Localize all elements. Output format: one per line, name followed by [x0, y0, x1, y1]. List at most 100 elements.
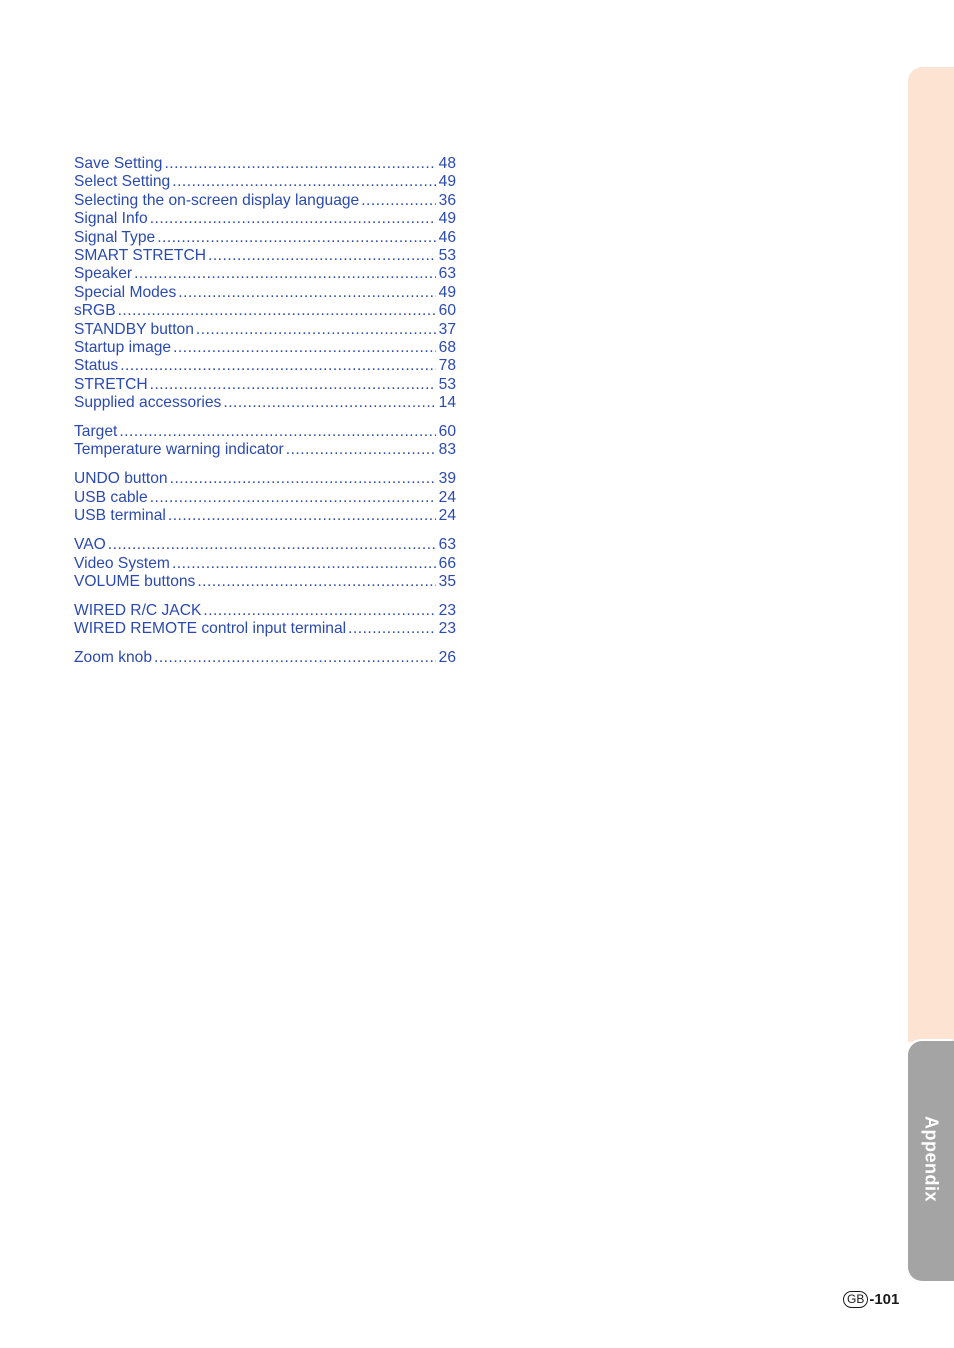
index-term: Speaker	[74, 265, 133, 283]
dot-leader	[197, 573, 435, 591]
dot-leader	[361, 192, 435, 210]
index-page-number: 53	[438, 375, 456, 393]
page-number: -101	[869, 1291, 900, 1308]
index-page-number: 60	[438, 423, 456, 441]
index-entry: VOLUME buttons 35	[74, 573, 456, 591]
index-entry: Select Setting 49	[74, 173, 456, 191]
index-entry: STRETCH 53	[74, 376, 456, 394]
index-page-number: 49	[438, 210, 456, 228]
dot-leader	[170, 470, 436, 488]
index-page-number: 68	[438, 338, 456, 356]
dot-leader	[118, 302, 436, 320]
index-term: Status	[74, 357, 119, 375]
index-page-number: 66	[438, 554, 456, 572]
index-group-w: WIRED R/C JACK23WIRED REMOTE control inp…	[74, 602, 456, 639]
index-page-number: 24	[438, 507, 456, 525]
index-page-number: 14	[438, 394, 456, 412]
index-term: WIRED REMOTE control input terminal	[74, 620, 347, 638]
dot-leader	[164, 155, 435, 173]
side-tab-appendix[interactable]: Appendix	[908, 1041, 954, 1281]
index-entry: UNDO button 39	[74, 470, 456, 488]
dot-leader	[173, 339, 436, 357]
dot-leader	[134, 265, 436, 283]
index-page-number: 23	[438, 601, 456, 619]
index-group-t: Target 60 Temperature warning indicator 83	[74, 423, 456, 460]
index-term: STANDBY button	[74, 320, 194, 338]
dot-leader	[203, 602, 435, 620]
side-tab-background	[908, 67, 954, 1042]
index-term: Save Setting	[74, 155, 163, 172]
index-group-v: VAO 63 Video System 66 VOLUME buttons 35	[74, 536, 456, 591]
index-entry: USB cable 24	[74, 489, 456, 507]
dot-leader	[154, 649, 436, 667]
index-term: Startup image	[74, 338, 172, 356]
index-page-number: 26	[438, 649, 456, 667]
dot-leader	[168, 507, 436, 525]
index-entry: VAO 63	[74, 536, 456, 554]
index-term: Signal Type	[74, 228, 156, 246]
dot-leader	[286, 441, 436, 459]
dot-leader	[150, 376, 436, 394]
index-entry: Special Modes 49	[74, 284, 456, 302]
index-list: Save Setting48Select Setting49Selecting …	[74, 155, 456, 678]
index-term: SMART STRETCH	[74, 246, 206, 264]
index-term: sRGB	[74, 302, 116, 320]
index-term: USB cable	[74, 488, 148, 506]
index-page-number: 23	[438, 620, 456, 638]
index-term: Zoom knob	[74, 649, 153, 667]
index-page-number: 78	[438, 357, 456, 375]
index-entry: Selecting the on-screen display language…	[74, 192, 456, 210]
index-entry: USB terminal 24	[74, 507, 456, 525]
index-page-number: 46	[438, 228, 456, 246]
index-entry: Save Setting 48	[74, 155, 456, 173]
dot-leader	[108, 536, 436, 554]
region-badge: GB	[843, 1291, 869, 1308]
index-entry: Target 60	[74, 423, 456, 441]
index-term: Signal Info	[74, 210, 148, 228]
index-page-number: 36	[438, 191, 456, 209]
side-tab-label: Appendix	[921, 1115, 942, 1203]
index-group-u: UNDO button 39 USB cable 24 USB terminal 24	[74, 470, 456, 525]
dot-leader	[120, 357, 435, 375]
index-page-number: 37	[438, 320, 456, 338]
index-entry: WIRED REMOTE control input terminal 23	[74, 620, 456, 638]
index-page-number: 49	[438, 283, 456, 301]
index-entry: Signal Info 49	[74, 210, 456, 228]
index-page-number: 49	[438, 173, 456, 191]
index-page-number: 83	[438, 441, 456, 459]
index-entry: STANDBY button 37	[74, 321, 456, 339]
index-entry: Startup image 68	[74, 339, 456, 357]
index-page-number: 48	[438, 155, 456, 172]
dot-leader	[223, 394, 435, 412]
index-term: Supplied accessories	[74, 394, 222, 412]
index-page-number: 60	[438, 302, 456, 320]
index-page-number: 39	[438, 470, 456, 488]
index-entry: Supplied accessories 14	[74, 394, 456, 412]
index-page-number: 35	[438, 572, 456, 590]
index-term: WIRED R/C JACK	[74, 601, 202, 619]
index-term: Special Modes	[74, 283, 177, 301]
page-footer: GB -101	[843, 1291, 899, 1308]
index-page-number: 63	[438, 536, 456, 554]
index-entry: Status 78	[74, 357, 456, 375]
index-page-number: 53	[438, 246, 456, 264]
index-entry: Zoom knob 26	[74, 649, 456, 667]
dot-leader	[208, 247, 436, 265]
index-term: UNDO button	[74, 470, 168, 488]
dot-leader	[172, 173, 435, 191]
index-term: Select Setting	[74, 173, 171, 191]
index-term: Video System	[74, 554, 170, 572]
index-page-number: 24	[438, 488, 456, 506]
dot-leader	[150, 210, 436, 228]
index-entry: WIRED R/C JACK 23	[74, 602, 456, 620]
index-page-number: 63	[438, 265, 456, 283]
index-term: Target	[74, 423, 118, 441]
index-entry: Video System 66	[74, 555, 456, 573]
index-entry: sRGB 60	[74, 302, 456, 320]
dot-leader	[178, 284, 435, 302]
dot-leader	[196, 321, 436, 339]
index-term: Selecting the on-screen display language	[74, 191, 360, 209]
index-entry: Temperature warning indicator 83	[74, 441, 456, 459]
index-entry: SMART STRETCH 53	[74, 247, 456, 265]
index-group-z: Zoom knob 26	[74, 649, 456, 667]
